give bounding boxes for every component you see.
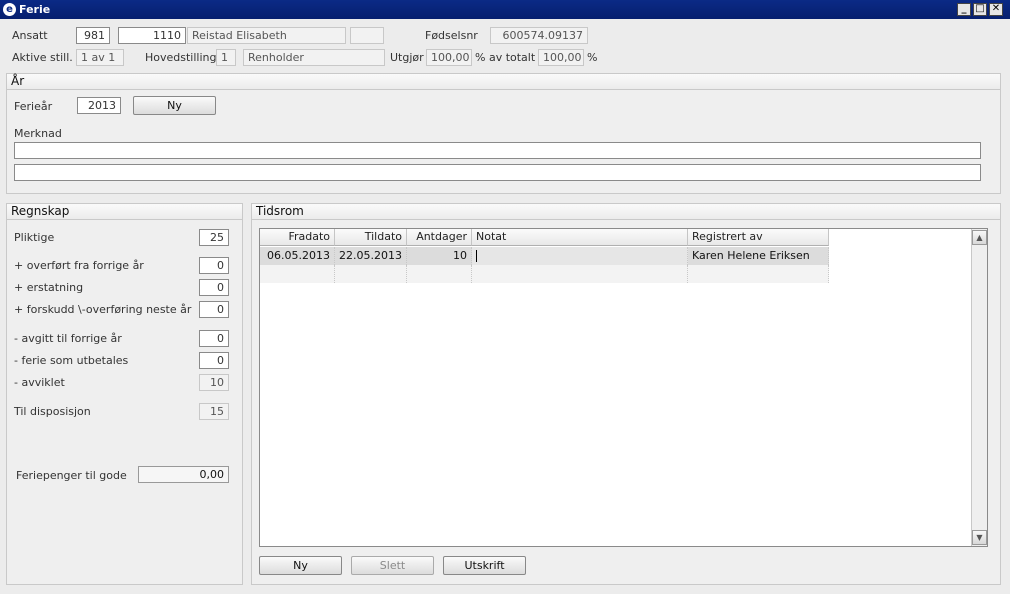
ny-tidsrom-button[interactable]: Ny xyxy=(259,556,342,575)
overfort-field[interactable]: 0 xyxy=(199,257,229,274)
utskrift-button[interactable]: Utskrift xyxy=(443,556,526,575)
hovedstilling-label: Hovedstilling xyxy=(145,51,217,64)
cell-empty[interactable] xyxy=(688,265,829,283)
vertical-scrollbar[interactable]: ▲ ▼ xyxy=(971,229,987,546)
av-totalt-label: % av totalt xyxy=(475,51,536,64)
avviklet-field: 10 xyxy=(199,374,229,391)
avgitt-label: - avgitt til forrige år xyxy=(14,332,122,345)
fodselsnr-label: Fødselsnr xyxy=(425,29,478,42)
ansatt-nr-field[interactable]: 981 xyxy=(76,27,110,44)
hovedstilling-nr-field: 1 xyxy=(216,49,236,66)
til-disposisjon-label: Til disposisjon xyxy=(14,405,91,418)
ansatt-name-field: Reistad Elisabeth xyxy=(187,27,346,44)
ferie-utbetales-label: - ferie som utbetales xyxy=(14,354,129,367)
erstatning-label: + erstatning xyxy=(14,281,84,294)
text-cursor xyxy=(476,250,477,262)
overfort-label: + overført fra forrige år xyxy=(14,259,144,272)
app-icon: e xyxy=(3,3,16,16)
tidsrom-table[interactable]: Fradato Tildato Antdager Notat Registrer… xyxy=(259,228,988,547)
table-row[interactable]: 06.05.2013 22.05.2013 10 Karen Helene Er… xyxy=(260,247,829,265)
utgjor-field: 100,00 xyxy=(426,49,472,66)
merknad-input-line-2[interactable] xyxy=(14,164,981,181)
slett-button[interactable]: Slett xyxy=(351,556,434,575)
column-header-fradato[interactable]: Fradato xyxy=(260,229,335,246)
merknad-label: Merknad xyxy=(14,127,62,140)
tidsrom-panel-title: Tidsrom xyxy=(252,204,1000,220)
percent-label: % xyxy=(587,51,598,64)
cell-empty[interactable] xyxy=(407,265,472,283)
fodselsnr-field: 600574.09137 xyxy=(490,27,588,44)
cell-tildato[interactable]: 22.05.2013 xyxy=(335,247,407,265)
cell-empty[interactable] xyxy=(472,265,688,283)
scroll-down-icon[interactable]: ▼ xyxy=(972,530,987,545)
ansatt-extra-field xyxy=(350,27,384,44)
cell-fradato[interactable]: 06.05.2013 xyxy=(260,247,335,265)
pliktige-field[interactable]: 25 xyxy=(199,229,229,246)
title-bar: e Ferie _ □ ✕ xyxy=(0,0,1010,19)
minimize-button[interactable]: _ xyxy=(957,3,971,16)
window-title: Ferie xyxy=(19,3,51,16)
cell-antdager[interactable]: 10 xyxy=(407,247,472,265)
aktive-still-label: Aktive still. xyxy=(12,51,73,64)
erstatning-field[interactable]: 0 xyxy=(199,279,229,296)
column-header-tildato[interactable]: Tildato xyxy=(335,229,407,246)
cell-registrert-av[interactable]: Karen Helene Eriksen xyxy=(688,247,829,265)
cell-empty[interactable] xyxy=(260,265,335,283)
forskudd-label: + forskudd \-overføring neste år xyxy=(14,303,192,316)
scroll-up-icon[interactable]: ▲ xyxy=(972,230,987,245)
feriepenger-field: 0,00 xyxy=(138,466,229,483)
column-header-notat[interactable]: Notat xyxy=(472,229,688,246)
regnskap-panel-title: Regnskap xyxy=(7,204,242,220)
cell-empty[interactable] xyxy=(335,265,407,283)
pliktige-label: Pliktige xyxy=(14,231,55,244)
maximize-button[interactable]: □ xyxy=(973,3,987,16)
ferie-utbetales-field[interactable]: 0 xyxy=(199,352,229,369)
utgjor-label: Utgjør xyxy=(390,51,424,64)
avgitt-field[interactable]: 0 xyxy=(199,330,229,347)
feriepenger-label: Feriepenger til gode xyxy=(16,469,127,482)
avviklet-label: - avviklet xyxy=(14,376,65,389)
ansatt-label: Ansatt xyxy=(12,29,48,42)
cell-notat[interactable] xyxy=(472,247,688,265)
aktive-still-field: 1 av 1 xyxy=(76,49,124,66)
table-row-empty[interactable] xyxy=(260,265,829,283)
ferieaar-field[interactable]: 2013 xyxy=(77,97,121,114)
column-header-antdager[interactable]: Antdager xyxy=(407,229,472,246)
totalt-field: 100,00 xyxy=(538,49,584,66)
ar-panel-title: År xyxy=(7,74,1000,90)
close-button[interactable]: ✕ xyxy=(989,3,1003,16)
ansatt-id-field[interactable]: 1110 xyxy=(118,27,186,44)
til-disposisjon-field: 15 xyxy=(199,403,229,420)
ny-aar-button[interactable]: Ny xyxy=(133,96,216,115)
forskudd-field[interactable]: 0 xyxy=(199,301,229,318)
ferieaar-label: Ferieår xyxy=(14,100,53,113)
column-header-registrert-av[interactable]: Registrert av xyxy=(688,229,829,246)
merknad-input-line-1[interactable] xyxy=(14,142,981,159)
hovedstilling-name-field: Renholder xyxy=(243,49,385,66)
